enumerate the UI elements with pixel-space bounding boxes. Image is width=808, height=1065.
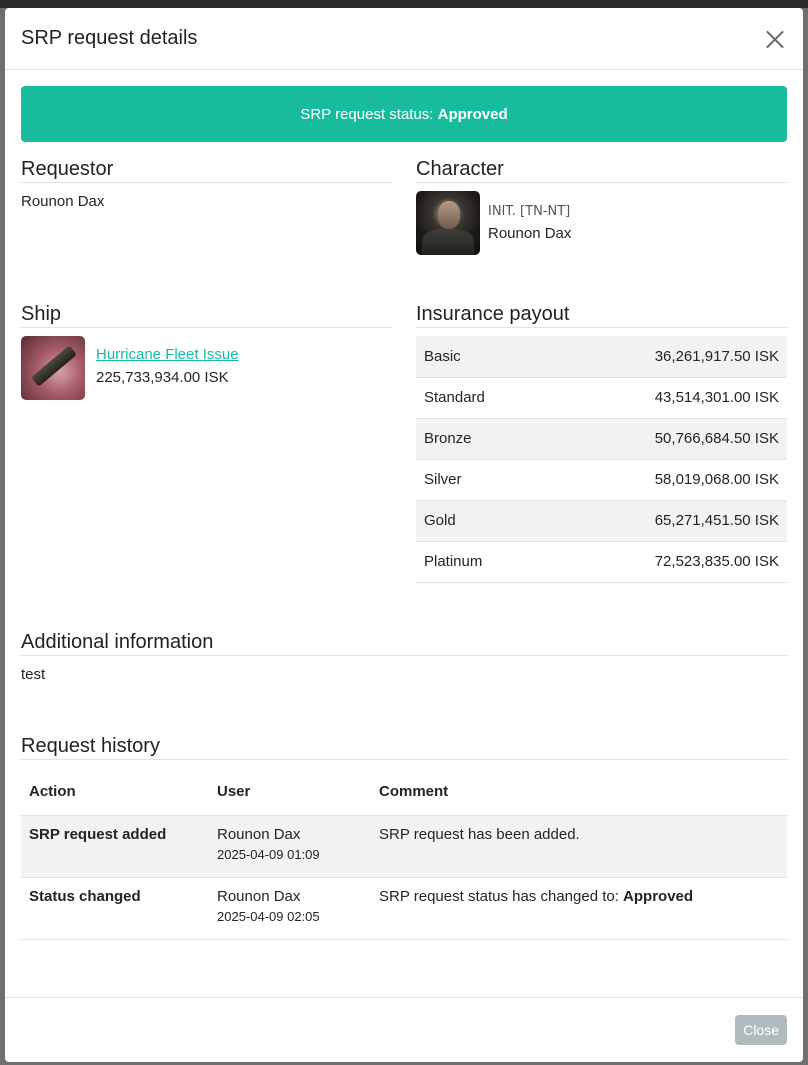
insurance-level: Silver — [416, 459, 548, 501]
table-row: Standard 43,514,301.00 ISK — [416, 377, 787, 419]
ship-value: 225,733,934.00 ISK — [96, 369, 229, 386]
srp-details-modal: SRP request details SRP request status: … — [5, 8, 803, 1062]
history-comment-cell: SRP request has been added. — [371, 815, 787, 878]
insurance-table: Basic 36,261,917.50 ISK Standard 43,514,30… — [416, 336, 787, 583]
table-row: Platinum 72,523,835.00 ISK — [416, 541, 787, 583]
history-user-cell: Rounon Dax 2025-04-09 01:09 — [209, 815, 371, 878]
status-value: Approved — [437, 105, 508, 123]
column-header-comment: Comment — [371, 767, 787, 816]
insurance-amount: 65,271,451.50 ISK — [547, 500, 787, 542]
modal-title: SRP request details — [21, 27, 198, 49]
insurance-amount: 58,019,068.00 ISK — [547, 459, 787, 501]
table-row: SRP request added Rounon Dax 2025-04-09 … — [21, 815, 787, 878]
modal-body: SRP request status: Approved Requestor R… — [5, 70, 803, 997]
insurance-amount: 50,766,684.50 ISK — [547, 418, 787, 460]
history-user: Rounon Dax — [217, 888, 301, 905]
requestor-name: Rounon Dax — [21, 193, 105, 210]
history-table: Action User Comment SRP request added Ro… — [21, 767, 787, 940]
ship-insurance-row: Ship Hurricane Fleet Issue 225,733,934.0… — [21, 303, 787, 583]
character-section: Character INIT. [TN-NT] Rounon Dax — [416, 158, 787, 288]
history-date: 2025-04-09 01:09 — [217, 847, 320, 862]
history-action: Status changed — [21, 877, 209, 940]
history-comment: SRP request has been added. — [379, 826, 580, 843]
character-name: Rounon Dax — [488, 225, 572, 242]
history-user: Rounon Dax — [217, 826, 301, 843]
insurance-amount: 72,523,835.00 ISK — [547, 541, 787, 583]
insurance-section: Insurance payout Basic 36,261,917.50 ISK … — [416, 303, 787, 583]
requestor-heading: Requestor — [21, 158, 392, 183]
corporation-tag: INIT. [TN-NT] — [488, 204, 571, 219]
request-history-heading: Request history — [21, 735, 787, 760]
insurance-heading: Insurance payout — [416, 303, 787, 328]
table-row: Status changed Rounon Dax 2025-04-09 02:… — [21, 877, 787, 940]
modal-header: SRP request details — [5, 8, 803, 70]
history-action: SRP request added — [21, 815, 209, 878]
additional-info-text: test — [21, 665, 46, 683]
insurance-amount: 43,514,301.00 ISK — [547, 377, 787, 419]
table-row: Basic 36,261,917.50 ISK — [416, 336, 787, 378]
status-prefix: SRP request status: — [300, 105, 434, 123]
additional-info-section: Additional information test — [21, 631, 787, 683]
character-card: INIT. [TN-NT] Rounon Dax — [416, 191, 787, 255]
ship-card: Hurricane Fleet Issue 225,733,934.00 ISK — [21, 336, 392, 400]
insurance-amount: 36,261,917.50 ISK — [547, 336, 787, 378]
close-icon[interactable] — [763, 27, 787, 51]
backdrop-topbar — [0, 0, 808, 8]
table-row: Bronze 50,766,684.50 ISK — [416, 418, 787, 460]
ship-section: Ship Hurricane Fleet Issue 225,733,934.0… — [21, 303, 392, 583]
column-header-user: User — [209, 767, 371, 816]
table-header-row: Action User Comment — [21, 767, 787, 816]
requestor-character-row: Requestor Rounon Dax Character INIT. [TN… — [21, 158, 787, 288]
modal-footer: Close — [5, 997, 803, 1062]
ship-image — [21, 336, 85, 400]
additional-info-heading: Additional information — [21, 631, 787, 656]
history-date: 2025-04-09 02:05 — [217, 909, 320, 924]
request-history-section: Request history Action User Comment SRP … — [21, 735, 787, 940]
insurance-level: Bronze — [416, 418, 548, 460]
requestor-section: Requestor Rounon Dax — [21, 158, 392, 288]
status-banner: SRP request status: Approved — [21, 86, 787, 142]
table-row: Silver 58,019,068.00 ISK — [416, 459, 787, 501]
column-header-action: Action — [21, 767, 209, 816]
insurance-level: Basic — [416, 336, 548, 378]
ship-link[interactable]: Hurricane Fleet Issue — [96, 346, 239, 363]
history-comment-bold: Approved — [623, 888, 694, 905]
close-button[interactable]: Close — [735, 1015, 787, 1045]
table-row: Gold 65,271,451.50 ISK — [416, 500, 787, 542]
insurance-level: Gold — [416, 500, 548, 542]
character-heading: Character — [416, 158, 787, 183]
insurance-level: Platinum — [416, 541, 548, 583]
insurance-level: Standard — [416, 377, 548, 419]
history-user-cell: Rounon Dax 2025-04-09 02:05 — [209, 877, 371, 940]
history-comment-cell: SRP request status has changed to: Appro… — [371, 877, 787, 940]
ship-heading: Ship — [21, 303, 392, 328]
history-comment: SRP request status has changed to: — [379, 888, 624, 905]
character-portrait — [416, 191, 480, 255]
